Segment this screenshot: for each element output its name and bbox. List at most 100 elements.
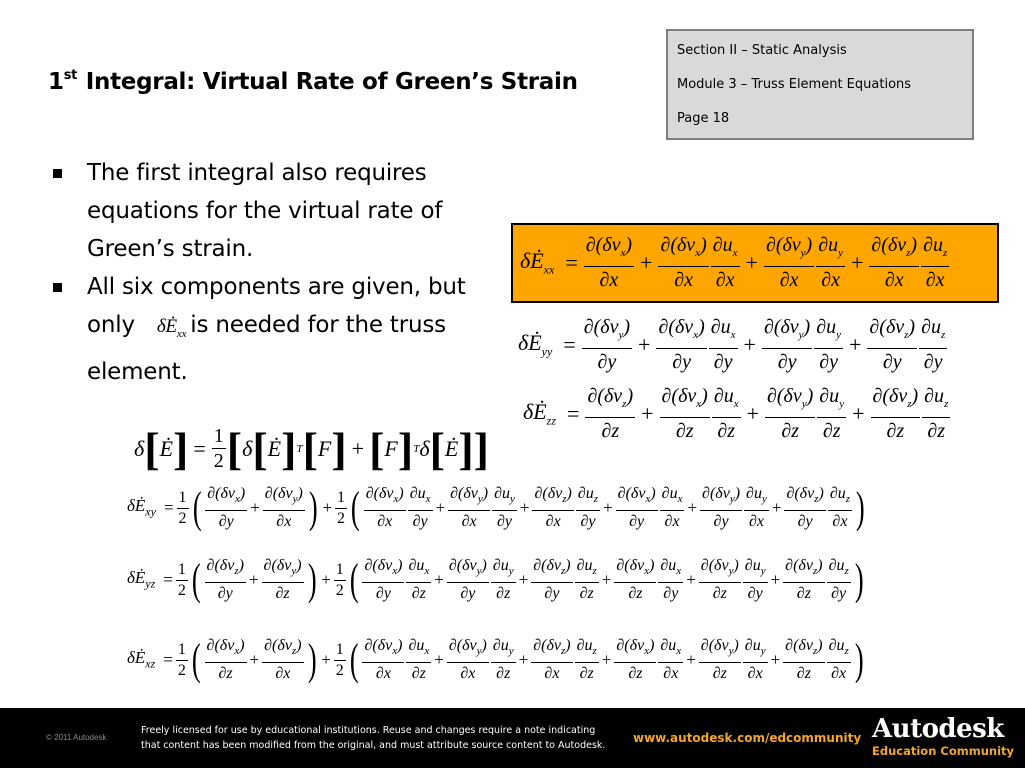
subscript: x <box>393 493 399 506</box>
subscript: x <box>733 398 739 410</box>
denominator: 2 <box>178 509 187 527</box>
subscript: y <box>838 247 843 259</box>
denominator: ∂x <box>831 665 847 683</box>
numerator: 1 <box>333 640 346 661</box>
half-fraction: 12 <box>333 560 346 601</box>
numerator: ∂uy <box>490 636 516 664</box>
numerator: ∂ux <box>407 484 433 512</box>
numerator: ∂(δvy) <box>763 233 815 267</box>
plus-sign: + <box>770 570 781 590</box>
strain-lhs: δĖxz <box>127 648 156 671</box>
bullet-square-icon <box>53 283 62 292</box>
fraction: ∂(δvy) ∂y <box>761 315 813 374</box>
plus-sign: + <box>603 498 613 518</box>
numerator: ∂uy <box>742 636 768 664</box>
subscript: x <box>730 329 736 341</box>
numerator: ∂uz <box>574 636 599 664</box>
fraction: ∂(δvx) ∂y <box>615 484 658 532</box>
half-fraction: 12 <box>335 488 348 529</box>
inline-strain-symbol: δĖxx <box>157 308 187 353</box>
subscript: y <box>760 645 766 658</box>
fraction: ∂uz ∂y <box>919 315 948 374</box>
denominator: ∂y <box>580 513 596 531</box>
bracket-open: [ <box>369 422 385 474</box>
denominator: ∂y <box>923 351 943 373</box>
denominator: ∂x <box>460 665 476 683</box>
paren-open: ( <box>350 483 360 533</box>
footer-bar: © 2011 Autodesk Freely licensed for use … <box>0 708 1025 768</box>
subscript: z <box>845 493 851 506</box>
subscript: z <box>944 398 949 410</box>
paren-close: ) <box>854 635 864 685</box>
denominator: ∂z <box>781 420 799 442</box>
paren-open: ( <box>191 635 201 685</box>
denominator: 2 <box>213 450 224 472</box>
numerator: ∂(δvx) <box>656 315 707 349</box>
denominator: ∂y <box>460 585 476 603</box>
numerator: ∂uy <box>742 556 768 584</box>
numerator: ∂(δvx) <box>205 484 248 512</box>
subscript: xx <box>543 262 555 277</box>
denominator: ∂y <box>217 585 233 603</box>
bracket-open: [ <box>302 422 318 474</box>
denominator: ∂x <box>715 269 735 291</box>
denominator: ∂x <box>674 269 693 291</box>
subscript: y <box>728 565 734 578</box>
fraction: ∂ux ∂y <box>658 556 684 604</box>
numerator: ∂(δvz) <box>585 384 636 418</box>
fraction: ∂(δvx) ∂x <box>362 636 405 684</box>
subscript: x <box>392 645 398 658</box>
subscript: x <box>693 329 699 341</box>
denominator: ∂z <box>717 420 736 442</box>
copyright-text: © 2011 Autodesk <box>46 733 107 742</box>
plus-sign: + <box>518 570 529 590</box>
numerator: ∂(δvz) <box>870 384 921 418</box>
numerator: ∂(δvy) <box>261 556 304 584</box>
fraction: ∂(δvy) ∂y <box>581 315 633 374</box>
numerator: ∂(δvx) <box>362 636 405 664</box>
fraction: ∂uy ∂y <box>492 484 517 532</box>
bracket-close: ] <box>281 422 297 474</box>
denominator: ∂y <box>713 513 729 531</box>
numerator: ∂(δvz) <box>531 636 573 664</box>
fraction: ∂uy ∂z <box>490 556 516 604</box>
denominator: ∂y <box>597 351 617 373</box>
numerator: ∂(δvx) <box>614 636 657 664</box>
numerator: ∂ux <box>708 315 738 349</box>
denominator: ∂z <box>927 420 946 442</box>
fraction: ∂ux ∂x <box>710 233 740 292</box>
fraction: ∂(δvz) ∂x <box>531 636 573 684</box>
fraction: ∂(δvx) ∂x <box>658 233 709 292</box>
subscript: y <box>801 398 807 410</box>
numerator: 1 <box>211 425 226 449</box>
subscript: x <box>677 493 683 506</box>
edcommunity-link[interactable]: www.autodesk.com/edcommunity <box>633 731 861 745</box>
fraction: ∂uy ∂x <box>816 233 845 292</box>
subscript: y <box>618 329 624 341</box>
numerator: ∂ux <box>658 636 684 664</box>
half-fraction: 12 <box>175 560 188 601</box>
subscript: x <box>644 565 650 578</box>
equals-sign: = <box>163 650 173 670</box>
bracket-close: ] <box>397 422 414 474</box>
license-text: Freely licensed for use by educational i… <box>141 723 605 753</box>
subscript: z <box>940 329 946 341</box>
strain-lhs: δĖzz <box>523 398 557 428</box>
paren-close: ) <box>307 555 317 605</box>
fraction: ∂(δvx) ∂x <box>583 233 635 292</box>
fraction: ∂(δvx) ∂z <box>204 636 247 684</box>
denominator: ∂x <box>377 513 393 531</box>
bullet-item: All six components are given, but only δĖ… <box>48 268 508 391</box>
denominator: ∂y <box>544 585 560 603</box>
equation-eyz: δĖyz = 1 2(∂(δvz) ∂y + ∂(δvy) ∂z) +1 2(∂(δvx) ∂y ∂u… <box>127 556 866 604</box>
bracket-open: [ <box>252 422 268 474</box>
fraction: ∂(δvx) ∂y <box>205 484 248 532</box>
subscript: y <box>728 645 734 658</box>
license-line: that content has been modified from the … <box>141 740 606 751</box>
denominator: ∂z <box>822 420 841 442</box>
denominator: ∂z <box>796 665 811 683</box>
numerator: ∂ux <box>406 636 432 664</box>
subscript: y <box>508 565 514 578</box>
fraction: ∂uy ∂y <box>814 315 843 374</box>
numerator: ∂(δvx) <box>583 233 635 267</box>
